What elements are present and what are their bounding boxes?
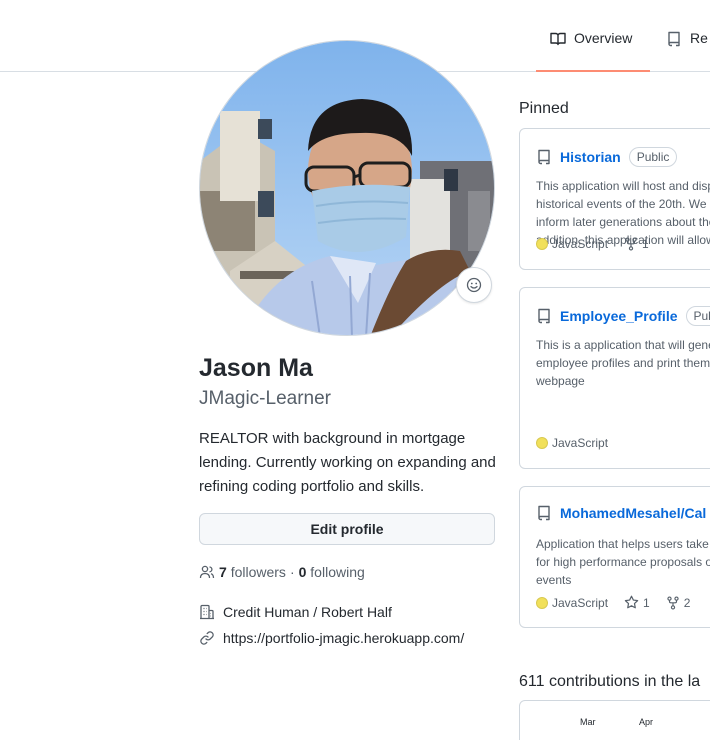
repo-forks[interactable]: 1 bbox=[624, 237, 649, 251]
repo-icon bbox=[668, 31, 680, 47]
visibility-badge: Public bbox=[685, 306, 710, 326]
profile-bio: REALTOR with background in mortgage lend… bbox=[199, 430, 496, 495]
profile-full-name: Jason Ma bbox=[199, 354, 313, 382]
language-label: JavaScript bbox=[552, 237, 609, 251]
fork-icon bbox=[625, 237, 637, 251]
organization-icon bbox=[200, 604, 214, 620]
fork-count: 2 bbox=[683, 595, 691, 610]
pinned-heading: Pinned bbox=[519, 100, 569, 117]
avatar-photo bbox=[200, 41, 494, 335]
repo-meta: JavaScript 1 bbox=[536, 237, 649, 251]
star-icon bbox=[624, 595, 639, 609]
contributions-heading: 611 contributions in the la bbox=[519, 673, 701, 690]
profile-company: Credit Human / Robert Half bbox=[199, 604, 392, 620]
profile-website[interactable]: https://portfolio-jmagic.herokuapp.com/ bbox=[199, 630, 464, 646]
repo-description: Application that helps users take their … bbox=[536, 537, 710, 587]
visibility-badge: Public bbox=[628, 147, 678, 167]
edit-profile-button[interactable]: Edit profile bbox=[199, 513, 495, 545]
fork-icon bbox=[667, 595, 679, 610]
pinned-card-header: Employee_Profile Public bbox=[536, 306, 710, 326]
repo-name-link[interactable]: MohamedMesahel/Cal bbox=[560, 505, 706, 521]
set-status-button[interactable] bbox=[456, 267, 492, 303]
avatar[interactable] bbox=[199, 40, 495, 336]
repo-meta: JavaScript bbox=[536, 436, 608, 450]
repo-name-link[interactable]: Employee_Profile bbox=[560, 308, 678, 324]
repo-name-link[interactable]: Historian bbox=[560, 149, 621, 165]
following-link[interactable]: 0 following bbox=[299, 564, 365, 580]
tab-overview[interactable]: Overview bbox=[536, 30, 650, 72]
repo-stars[interactable]: 1 bbox=[624, 595, 650, 610]
repo-icon bbox=[538, 505, 550, 521]
people-icon bbox=[199, 565, 215, 579]
language-color-dot bbox=[536, 437, 548, 449]
pinned-card: Historian Public This application will h… bbox=[519, 128, 710, 270]
followers-link[interactable]: 7 followers bbox=[219, 564, 286, 580]
repo-icon bbox=[538, 149, 550, 165]
repo-language: JavaScript bbox=[536, 596, 608, 610]
language-color-dot bbox=[536, 596, 548, 609]
link-icon bbox=[200, 631, 214, 645]
followers-label: followers bbox=[230, 564, 286, 580]
pinned-card: MohamedMesahel/Cal Application that help… bbox=[519, 486, 710, 628]
month-label: Apr bbox=[639, 717, 654, 727]
repo-description: This is a application that will generate… bbox=[536, 338, 710, 388]
pinned-card-header: MohamedMesahel/Cal bbox=[536, 505, 706, 521]
repo-language: JavaScript bbox=[536, 436, 608, 450]
contribution-graph: Mar Apr bbox=[519, 700, 710, 740]
tab-repositories-label: Re bbox=[690, 30, 708, 46]
language-label: JavaScript bbox=[552, 436, 609, 450]
repo-icon bbox=[538, 308, 550, 324]
following-label: following bbox=[310, 564, 365, 580]
month-label: Mar bbox=[580, 717, 596, 727]
pinned-card-header: Historian Public bbox=[536, 147, 678, 167]
repo-language: JavaScript bbox=[536, 237, 608, 251]
pinned-card: Employee_Profile Public This is a applic… bbox=[519, 287, 710, 469]
website-link[interactable]: https://portfolio-jmagic.herokuapp.com/ bbox=[223, 630, 464, 646]
follow-separator: · bbox=[289, 564, 295, 580]
repo-forks[interactable]: 2 bbox=[666, 595, 691, 610]
star-count: 1 bbox=[643, 595, 650, 610]
following-count: 0 bbox=[298, 564, 307, 580]
book-icon bbox=[550, 32, 566, 46]
follow-stats: 7 followers · 0 following bbox=[199, 564, 365, 580]
profile-username: JMagic-Learner bbox=[199, 388, 331, 409]
followers-count: 7 bbox=[219, 564, 227, 580]
smiley-icon bbox=[466, 277, 482, 293]
fork-count: 1 bbox=[642, 237, 649, 251]
repo-meta: JavaScript 1 2 bbox=[536, 595, 690, 610]
language-color-dot bbox=[536, 238, 548, 250]
tab-repositories[interactable]: Re bbox=[666, 30, 708, 72]
language-label: JavaScript bbox=[552, 595, 609, 610]
company-text: Credit Human / Robert Half bbox=[223, 604, 392, 620]
tab-overview-label: Overview bbox=[574, 30, 633, 46]
